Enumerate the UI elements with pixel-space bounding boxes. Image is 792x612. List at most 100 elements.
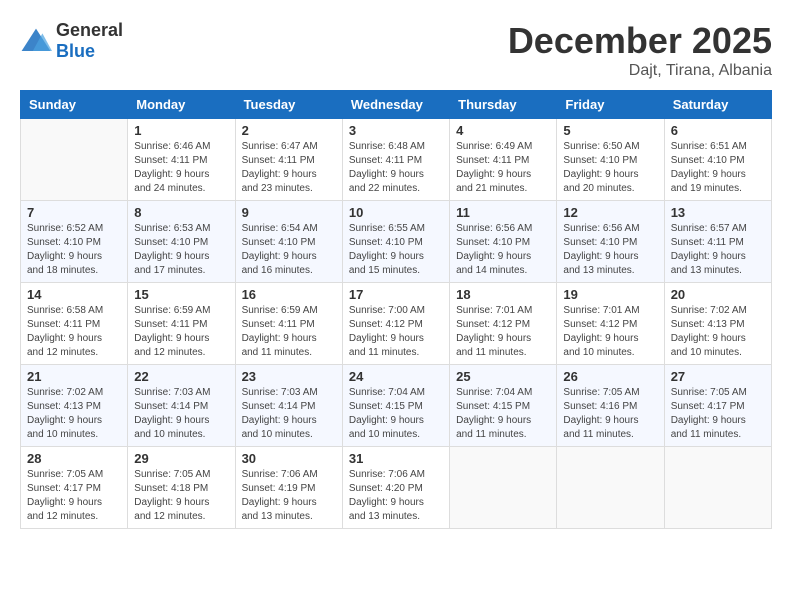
day-number: 21	[27, 369, 121, 384]
day-cell: 20 Sunrise: 7:02 AMSunset: 4:13 PMDayligh…	[664, 283, 771, 365]
day-info: Sunrise: 6:49 AMSunset: 4:11 PMDaylight:…	[456, 140, 550, 196]
day-cell: 9 Sunrise: 6:54 AMSunset: 4:10 PMDaylight…	[235, 201, 342, 283]
day-info: Sunrise: 6:51 AMSunset: 4:10 PMDaylight:…	[671, 140, 765, 196]
day-info: Sunrise: 7:02 AMSunset: 4:13 PMDaylight:…	[671, 304, 765, 360]
day-cell: 14 Sunrise: 6:58 AMSunset: 4:11 PMDayligh…	[21, 283, 128, 365]
day-info: Sunrise: 7:03 AMSunset: 4:14 PMDaylight:…	[242, 386, 336, 442]
day-number: 4	[456, 123, 550, 138]
day-cell: 31 Sunrise: 7:06 AMSunset: 4:20 PMDayligh…	[342, 447, 449, 529]
day-number: 19	[563, 287, 657, 302]
weekday-header-friday: Friday	[557, 91, 664, 119]
day-cell	[21, 119, 128, 201]
day-cell: 2Sunrise: 6:47 AMSunset: 4:11 PMDaylight…	[235, 119, 342, 201]
day-cell: 25 Sunrise: 7:04 AMSunset: 4:15 PMDayligh…	[450, 365, 557, 447]
day-number: 10	[349, 205, 443, 220]
day-number: 15	[134, 287, 228, 302]
weekday-header-saturday: Saturday	[664, 91, 771, 119]
day-info: Sunrise: 6:54 AMSunset: 4:10 PMDaylight:…	[242, 222, 336, 278]
day-number: 12	[563, 205, 657, 220]
day-cell: 3 Sunrise: 6:48 AMSunset: 4:11 PMDaylight…	[342, 119, 449, 201]
day-cell: 29 Sunrise: 7:05 AMSunset: 4:18 PMDayligh…	[128, 447, 235, 529]
day-number: 26	[563, 369, 657, 384]
day-cell: 27Sunrise: 7:05 AMSunset: 4:17 PMDayligh…	[664, 365, 771, 447]
logo: General Blue	[20, 20, 123, 62]
day-cell: 28 Sunrise: 7:05 AMSunset: 4:17 PMDayligh…	[21, 447, 128, 529]
day-number: 5	[563, 123, 657, 138]
weekday-header-thursday: Thursday	[450, 91, 557, 119]
day-cell: 16Sunrise: 6:59 AMSunset: 4:11 PMDayligh…	[235, 283, 342, 365]
logo-text: General Blue	[56, 20, 123, 62]
day-cell: 11Sunrise: 6:56 AMSunset: 4:10 PMDayligh…	[450, 201, 557, 283]
day-number: 20	[671, 287, 765, 302]
day-info: Sunrise: 6:59 AMSunset: 4:11 PMDaylight:…	[134, 304, 228, 360]
day-info: Sunrise: 7:05 AMSunset: 4:17 PMDaylight:…	[671, 386, 765, 442]
day-number: 3	[349, 123, 443, 138]
day-info: Sunrise: 6:53 AMSunset: 4:10 PMDaylight:…	[134, 222, 228, 278]
day-info: Sunrise: 7:02 AMSunset: 4:13 PMDaylight:…	[27, 386, 121, 442]
day-number: 1	[134, 123, 228, 138]
day-cell: 7Sunrise: 6:52 AMSunset: 4:10 PMDaylight…	[21, 201, 128, 283]
day-info: Sunrise: 7:04 AMSunset: 4:15 PMDaylight:…	[349, 386, 443, 442]
page-header: General Blue December 2025 Dajt, Tirana,…	[20, 20, 772, 80]
week-row-3: 14 Sunrise: 6:58 AMSunset: 4:11 PMDayligh…	[21, 283, 772, 365]
day-info: Sunrise: 7:04 AMSunset: 4:15 PMDaylight:…	[456, 386, 550, 442]
day-cell: 22 Sunrise: 7:03 AMSunset: 4:14 PMDayligh…	[128, 365, 235, 447]
day-info: Sunrise: 6:48 AMSunset: 4:11 PMDaylight:…	[349, 140, 443, 196]
day-cell	[664, 447, 771, 529]
calendar: SundayMondayTuesdayWednesdayThursdayFrid…	[20, 90, 772, 529]
week-row-5: 28 Sunrise: 7:05 AMSunset: 4:17 PMDayligh…	[21, 447, 772, 529]
day-info: Sunrise: 6:47 AMSunset: 4:11 PMDaylight:…	[242, 140, 336, 196]
day-info: Sunrise: 7:05 AMSunset: 4:18 PMDaylight:…	[134, 468, 228, 524]
day-number: 17	[349, 287, 443, 302]
day-info: Sunrise: 6:55 AMSunset: 4:10 PMDaylight:…	[349, 222, 443, 278]
day-number: 25	[456, 369, 550, 384]
logo-icon	[20, 27, 52, 55]
day-number: 8	[134, 205, 228, 220]
month-title: December 2025	[508, 20, 772, 62]
day-cell	[557, 447, 664, 529]
day-cell	[450, 447, 557, 529]
day-cell: 1 Sunrise: 6:46 AMSunset: 4:11 PMDaylight…	[128, 119, 235, 201]
day-cell: 26Sunrise: 7:05 AMSunset: 4:16 PMDayligh…	[557, 365, 664, 447]
title-block: December 2025 Dajt, Tirana, Albania	[508, 20, 772, 80]
day-number: 16	[242, 287, 336, 302]
day-cell: 8 Sunrise: 6:53 AMSunset: 4:10 PMDaylight…	[128, 201, 235, 283]
week-row-1: 1 Sunrise: 6:46 AMSunset: 4:11 PMDaylight…	[21, 119, 772, 201]
day-info: Sunrise: 6:56 AMSunset: 4:10 PMDaylight:…	[563, 222, 657, 278]
day-info: Sunrise: 7:05 AMSunset: 4:17 PMDaylight:…	[27, 468, 121, 524]
day-cell: 21 Sunrise: 7:02 AMSunset: 4:13 PMDayligh…	[21, 365, 128, 447]
day-number: 22	[134, 369, 228, 384]
day-number: 18	[456, 287, 550, 302]
weekday-header-tuesday: Tuesday	[235, 91, 342, 119]
day-number: 29	[134, 451, 228, 466]
weekday-header-wednesday: Wednesday	[342, 91, 449, 119]
day-info: Sunrise: 7:01 AMSunset: 4:12 PMDaylight:…	[563, 304, 657, 360]
day-info: Sunrise: 7:03 AMSunset: 4:14 PMDaylight:…	[134, 386, 228, 442]
day-info: Sunrise: 7:00 AMSunset: 4:12 PMDaylight:…	[349, 304, 443, 360]
weekday-header-sunday: Sunday	[21, 91, 128, 119]
day-info: Sunrise: 6:46 AMSunset: 4:11 PMDaylight:…	[134, 140, 228, 196]
day-cell: 13Sunrise: 6:57 AMSunset: 4:11 PMDayligh…	[664, 201, 771, 283]
day-number: 31	[349, 451, 443, 466]
day-info: Sunrise: 7:06 AMSunset: 4:19 PMDaylight:…	[242, 468, 336, 524]
day-info: Sunrise: 6:58 AMSunset: 4:11 PMDaylight:…	[27, 304, 121, 360]
day-cell: 5 Sunrise: 6:50 AMSunset: 4:10 PMDaylight…	[557, 119, 664, 201]
day-number: 9	[242, 205, 336, 220]
day-number: 11	[456, 205, 550, 220]
day-cell: 17 Sunrise: 7:00 AMSunset: 4:12 PMDayligh…	[342, 283, 449, 365]
day-number: 24	[349, 369, 443, 384]
week-row-2: 7Sunrise: 6:52 AMSunset: 4:10 PMDaylight…	[21, 201, 772, 283]
day-info: Sunrise: 7:06 AMSunset: 4:20 PMDaylight:…	[349, 468, 443, 524]
logo-blue: Blue	[56, 41, 95, 61]
day-cell: 19 Sunrise: 7:01 AMSunset: 4:12 PMDayligh…	[557, 283, 664, 365]
weekday-header-monday: Monday	[128, 91, 235, 119]
day-number: 23	[242, 369, 336, 384]
day-cell: 15 Sunrise: 6:59 AMSunset: 4:11 PMDayligh…	[128, 283, 235, 365]
day-info: Sunrise: 6:50 AMSunset: 4:10 PMDaylight:…	[563, 140, 657, 196]
location: Dajt, Tirana, Albania	[508, 62, 772, 80]
day-cell: 4 Sunrise: 6:49 AMSunset: 4:11 PMDaylight…	[450, 119, 557, 201]
day-cell: 18Sunrise: 7:01 AMSunset: 4:12 PMDayligh…	[450, 283, 557, 365]
day-number: 14	[27, 287, 121, 302]
day-number: 28	[27, 451, 121, 466]
day-cell: 6Sunrise: 6:51 AMSunset: 4:10 PMDaylight…	[664, 119, 771, 201]
